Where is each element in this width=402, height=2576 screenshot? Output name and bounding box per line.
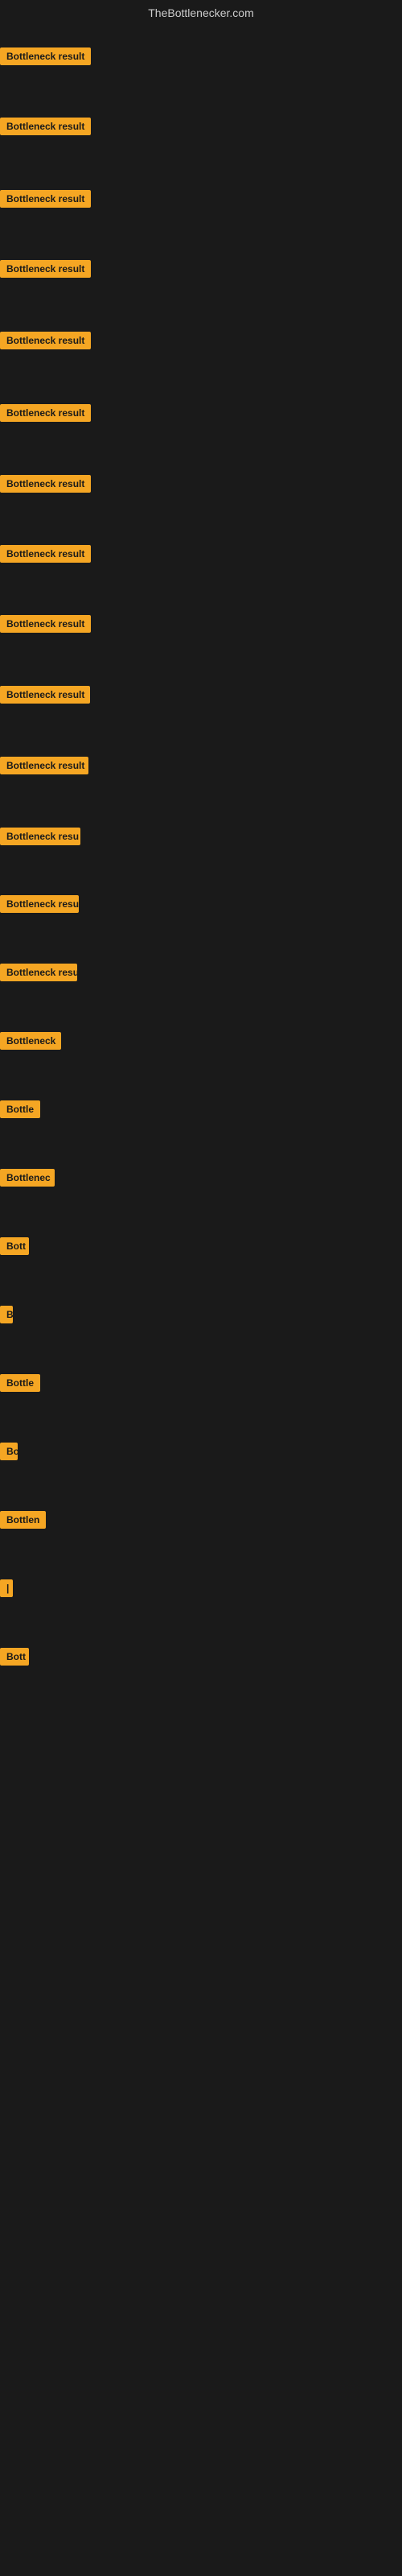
bottleneck-badge-12: Bottleneck resu [0,828,80,845]
bottleneck-result-10[interactable]: Bottleneck result [0,686,90,708]
bottleneck-result-14[interactable]: Bottleneck resu [0,964,77,985]
bottleneck-result-9[interactable]: Bottleneck result [0,615,91,637]
bottleneck-result-17[interactable]: Bottlenec [0,1169,55,1191]
bottleneck-badge-11: Bottleneck result [0,757,88,774]
bottleneck-result-20[interactable]: Bottle [0,1374,40,1396]
bottleneck-badge-19: B [0,1306,13,1323]
bottleneck-badge-23: | [0,1579,13,1597]
bottleneck-result-15[interactable]: Bottleneck [0,1032,61,1054]
site-title: TheBottlenecker.com [0,0,402,26]
bottleneck-result-18[interactable]: Bott [0,1237,29,1259]
bottleneck-result-13[interactable]: Bottleneck resu [0,895,79,917]
bottleneck-result-5[interactable]: Bottleneck result [0,332,91,353]
bottleneck-badge-2: Bottleneck result [0,118,91,135]
bottleneck-result-23[interactable]: | [0,1579,13,1601]
bottleneck-result-16[interactable]: Bottle [0,1100,40,1122]
bottleneck-badge-15: Bottleneck [0,1032,61,1050]
bottleneck-result-8[interactable]: Bottleneck result [0,545,91,567]
bottleneck-badge-24: Bott [0,1648,29,1666]
bottleneck-result-21[interactable]: Bo [0,1443,18,1464]
bottleneck-badge-10: Bottleneck result [0,686,90,704]
bottleneck-badge-21: Bo [0,1443,18,1460]
bottleneck-badge-5: Bottleneck result [0,332,91,349]
bottleneck-result-19[interactable]: B [0,1306,13,1327]
bottleneck-result-12[interactable]: Bottleneck resu [0,828,80,849]
bottleneck-badge-8: Bottleneck result [0,545,91,563]
bottleneck-badge-13: Bottleneck resu [0,895,79,913]
bottleneck-result-24[interactable]: Bott [0,1648,29,1670]
bottleneck-result-3[interactable]: Bottleneck result [0,190,91,212]
bottleneck-result-7[interactable]: Bottleneck result [0,475,91,497]
bottleneck-badge-3: Bottleneck result [0,190,91,208]
bottleneck-result-4[interactable]: Bottleneck result [0,260,91,282]
bottleneck-badge-9: Bottleneck result [0,615,91,633]
bottleneck-badge-16: Bottle [0,1100,40,1118]
bottleneck-badge-1: Bottleneck result [0,47,91,65]
bottleneck-result-22[interactable]: Bottlen [0,1511,46,1533]
bottleneck-badge-20: Bottle [0,1374,40,1392]
bottleneck-badge-4: Bottleneck result [0,260,91,278]
bottleneck-result-6[interactable]: Bottleneck result [0,404,91,426]
bottleneck-result-11[interactable]: Bottleneck result [0,757,88,778]
bottleneck-result-2[interactable]: Bottleneck result [0,118,91,139]
bottleneck-badge-6: Bottleneck result [0,404,91,422]
bottleneck-badge-17: Bottlenec [0,1169,55,1187]
bottleneck-badge-14: Bottleneck resu [0,964,77,981]
bottleneck-badge-22: Bottlen [0,1511,46,1529]
bottleneck-badge-7: Bottleneck result [0,475,91,493]
bottleneck-badge-18: Bott [0,1237,29,1255]
bottleneck-result-1[interactable]: Bottleneck result [0,47,91,69]
